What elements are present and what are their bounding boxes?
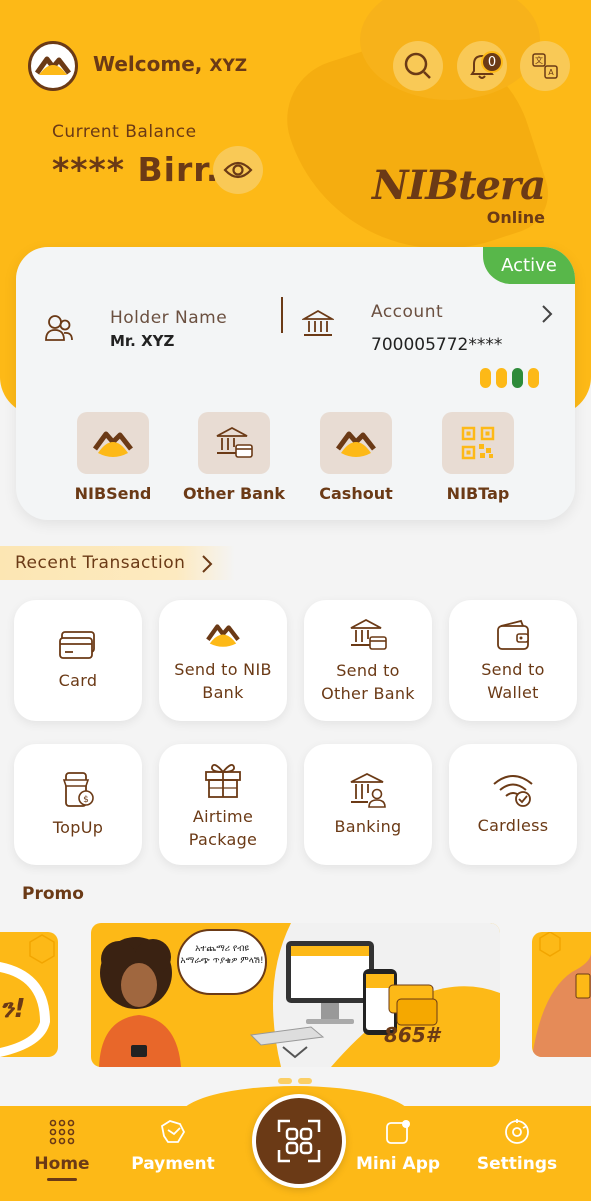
quick-action-nibtap[interactable]: NIBTap [423,412,533,503]
notifications-button[interactable]: 0 [457,41,507,91]
service-airtime-package[interactable]: Airtime Package [159,744,287,865]
nav-label: Home [34,1154,90,1174]
quick-action-other-bank[interactable]: Other Bank [179,412,289,503]
quick-action-label: NIBTap [446,484,510,503]
nav-selected-indicator [47,1178,77,1181]
holder-name-label: Holder Name [110,308,228,328]
eye-icon [223,161,253,179]
grid-dots-icon [49,1119,75,1145]
promo-ussd-code: 865# [384,1023,440,1047]
gift-icon [205,763,241,798]
user-name: XYZ [209,56,248,76]
brand-name: NIBtera [372,162,546,209]
promo-title: Promo [22,884,84,904]
quick-action-label: Other Bank [183,484,285,503]
service-cardless[interactable]: Cardless [449,744,577,865]
chevron-right-icon [202,555,213,573]
card-divider [281,297,283,333]
bank-card-icon [216,426,253,458]
nav-mini-app[interactable]: Mini App [348,1118,448,1174]
qr-code-icon [461,426,495,460]
translate-icon: 文 A [532,53,558,79]
nib-logo-icon [35,56,71,75]
account-pager-dots [480,368,539,388]
service-send-to-nib-bank[interactable]: Send to NIB Bank [159,600,287,721]
service-label: Send to Wallet [481,659,545,702]
app-logo [28,41,78,91]
payment-icon [160,1120,186,1143]
nav-label: Payment [131,1154,215,1174]
service-label: TopUp [52,818,104,837]
service-label: Send to NIB Bank [174,659,272,702]
holder-name-value: Mr. XYZ [110,332,175,350]
chevron-right-icon[interactable] [540,303,554,325]
quick-action-label: NIBSend [74,484,152,503]
mini-app-icon [386,1120,410,1144]
toggle-balance-button[interactable] [213,146,263,194]
brand-sub: Online [486,208,545,227]
promo-banner-next[interactable] [532,932,591,1057]
svg-text:文: 文 [535,55,543,65]
status-badge: Active [483,247,575,284]
settings-icon [505,1119,529,1144]
service-label: Airtime Package [188,806,258,849]
recent-transaction-label: Recent Transaction [15,553,186,573]
bank-icon [302,309,334,336]
nav-label: Settings [476,1154,558,1174]
service-label: Banking [334,817,402,836]
notification-badge: 0 [481,51,503,73]
service-topup[interactable]: $ TopUp [14,744,142,865]
recent-transaction-button[interactable]: Recent Transaction [0,546,235,580]
service-label: Cardless [477,816,549,835]
svg-text:A: A [548,68,554,77]
users-icon [45,315,73,341]
nav-home[interactable]: Home [12,1118,112,1181]
welcome-text: Welcome, XYZ [93,52,247,76]
wallet-icon [497,619,529,650]
credit-card-icon [59,631,95,659]
quick-action-label: Cashout [319,484,393,503]
language-button[interactable]: 文 A [520,41,570,91]
balance-value: **** Birr. [52,150,220,189]
promo-carousel-dots [278,1078,312,1084]
nib-logo-icon [206,618,240,651]
nav-label: Mini App [355,1154,441,1174]
service-send-to-other-bank[interactable]: Send to Other Bank [304,600,432,721]
promo-side-text: ን! [0,994,26,1024]
service-card[interactable]: Card [14,600,142,721]
service-banking[interactable]: Banking [304,744,432,865]
service-label: Send to Other Bank [321,660,415,703]
welcome-prefix: Welcome, [93,52,203,76]
bank-card-icon [350,618,387,650]
service-send-to-wallet[interactable]: Send to Wallet [449,600,577,721]
quick-action-cashout[interactable]: Cashout [301,412,411,503]
nav-settings[interactable]: Settings [467,1118,567,1174]
search-button[interactable] [393,41,443,91]
nib-logo-icon [92,431,133,457]
quick-action-nibsend[interactable]: NIBSend [58,412,168,503]
svg-text:$: $ [83,795,89,805]
promo-banner[interactable]: አተጨማሪ የብዩ አማራጭ ጥያቄዎ ምላሽ! 865# [91,923,500,1067]
promo-banner-prev[interactable]: ን! [0,932,58,1057]
account-card: Active Holder Name Mr. XYZ Account 70000… [16,247,575,520]
search-icon [404,52,431,79]
wifi-check-icon [493,775,533,807]
account-label: Account [371,302,444,322]
nib-logo-icon [335,431,376,457]
scan-icon [277,1119,321,1163]
promo-speech-bubble: አተጨማሪ የብዩ አማራጭ ጥያቄዎ ምላሽ! [177,929,267,995]
nav-payment[interactable]: Payment [123,1118,223,1174]
brand-logo: NIBtera Online [372,162,547,232]
phone-topup-icon: $ [62,772,94,807]
account-number: 700005772**** [371,335,503,355]
service-label: Card [58,671,98,690]
scan-qr-button[interactable] [252,1094,346,1188]
balance-label: Current Balance [52,122,197,142]
bank-user-icon [350,772,386,808]
